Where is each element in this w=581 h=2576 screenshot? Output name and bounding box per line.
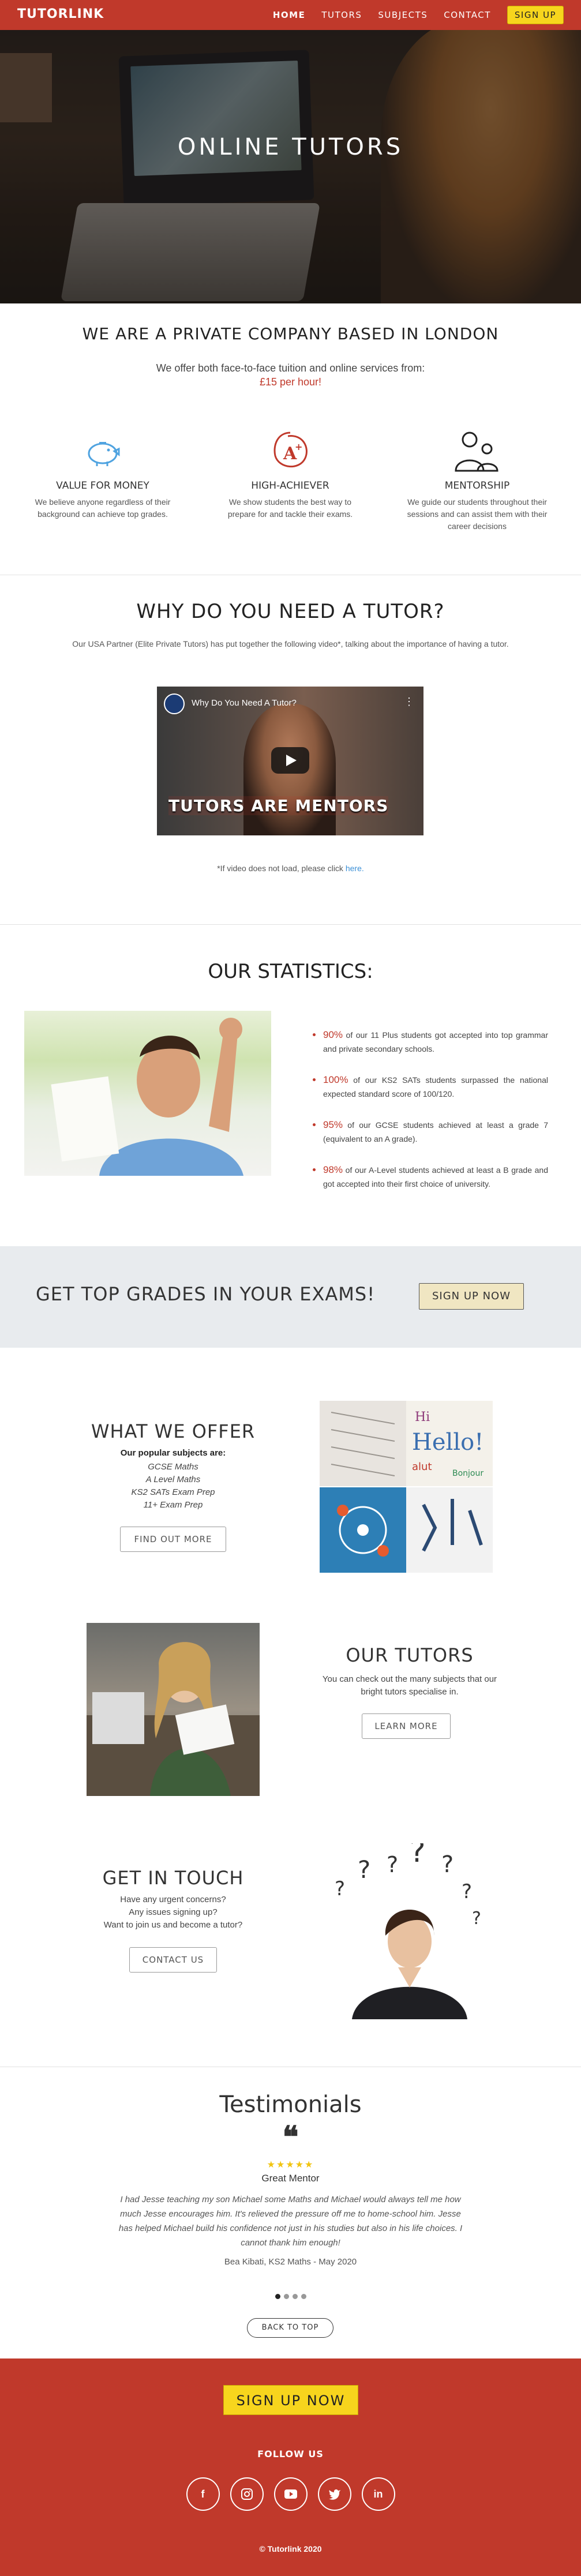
video-banner-text: TUTORS ARE MENTORS: [168, 796, 389, 815]
feature-value: VALUE FOR MONEY We believe anyone regard…: [28, 428, 178, 520]
subjects-collage-image: Hi Hello! alut Bonjour: [320, 1401, 493, 1573]
carousel-dot[interactable]: [283, 2294, 289, 2299]
carousel-dot[interactable]: [275, 2294, 280, 2299]
intro-title: WE ARE A PRIVATE COMPANY BASED IN LONDON: [82, 324, 499, 343]
stats-list: 90% of our 11 Plus students got accepted…: [312, 1028, 548, 1208]
copyright-text: © Tutorlink 2020: [259, 2544, 322, 2553]
tutor-at-desk-image: [87, 1623, 260, 1796]
intro-price: £15 per hour!: [259, 376, 322, 388]
stat-item: 95% of our GCSE students achieved at lea…: [312, 1118, 548, 1146]
top-navbar: TUTORLINK HOME TUTORS SUBJECTS CONTACT S…: [0, 0, 581, 30]
feature-title: MENTORSHIP: [444, 480, 510, 492]
facebook-icon[interactable]: f: [186, 2477, 220, 2511]
back-to-top-button[interactable]: BACK TO TOP: [247, 2318, 333, 2338]
svg-text:?: ?: [335, 1877, 345, 1900]
hero-title: ONLINE TUTORS: [177, 134, 404, 160]
mentorship-icon: [455, 432, 498, 472]
svg-text:Hi: Hi: [415, 1410, 430, 1424]
testimonial-author: Bea Kibati, KS2 Maths - May 2020: [224, 2257, 357, 2267]
video-fallback-link[interactable]: here.: [346, 864, 364, 873]
tutors-title: OUR TUTORS: [346, 1644, 474, 1666]
rating-stars: ★★★★★: [267, 2160, 314, 2170]
svg-text:+: +: [295, 441, 302, 452]
testimonial-heading: Great Mentor: [261, 2173, 320, 2184]
video-title[interactable]: Why Do You Need A Tutor?: [192, 698, 297, 708]
touch-title: GET IN TOUCH: [102, 1867, 244, 1889]
svg-text:?: ?: [358, 1855, 370, 1884]
svg-text:alut: alut: [412, 1461, 432, 1473]
more-vert-icon[interactable]: ⋮: [404, 696, 414, 708]
follow-us-label: FOLLOW US: [257, 2448, 324, 2459]
offer-title: WHAT WE OFFER: [91, 1420, 256, 1442]
nav-item-subjects[interactable]: SUBJECTS: [378, 10, 428, 20]
hero-banner: ONLINE TUTORS: [0, 30, 581, 303]
why-text: Our USA Partner (Elite Private Tutors) h…: [72, 639, 509, 648]
cta-signup-button[interactable]: SIGN UP NOW: [419, 1283, 524, 1310]
instagram-icon[interactable]: [230, 2477, 264, 2511]
svg-text:Bonjour: Bonjour: [452, 1469, 483, 1478]
svg-text:Hello!: Hello!: [412, 1429, 483, 1456]
stat-item: 90% of our 11 Plus students got accepted…: [312, 1028, 548, 1056]
contact-us-button[interactable]: CONTACT US: [129, 1947, 217, 1973]
feature-high-achiever: A + HIGH-ACHIEVER We show students the b…: [215, 428, 365, 520]
tutors-text: You can check out the many subjects that…: [322, 1674, 497, 1697]
social-links: f in: [0, 2477, 581, 2511]
svg-text:?: ?: [410, 1843, 426, 1869]
twitter-icon[interactable]: [317, 2477, 351, 2511]
why-title: WHY DO YOU NEED A TUTOR?: [136, 600, 445, 623]
find-out-more-button[interactable]: FIND OUT MORE: [120, 1527, 226, 1552]
feature-title: VALUE FOR MONEY: [56, 480, 149, 492]
channel-avatar[interactable]: [164, 693, 185, 714]
nav-item-contact[interactable]: CONTACT: [444, 10, 491, 20]
svg-text:?: ?: [462, 1880, 472, 1903]
stat-item: 100% of our KS2 SATs students surpassed …: [312, 1073, 548, 1101]
feature-mentorship: MENTORSHIP We guide our students through…: [402, 428, 552, 533]
nav-signup-button[interactable]: SIGN UP: [507, 6, 564, 24]
svg-text:?: ?: [441, 1851, 453, 1878]
carousel-dot[interactable]: [292, 2294, 298, 2299]
svg-text:?: ?: [472, 1908, 481, 1929]
offer-subjects: GCSE Maths A Level Maths KS2 SATs Exam P…: [131, 1462, 215, 1510]
cta-text: GET TOP GRADES IN YOUR EXAMS!: [36, 1283, 376, 1305]
thinking-woman-image: ? ? ? ? ? ? ?: [323, 1843, 496, 2019]
quote-icon: ❝: [282, 2120, 299, 2155]
carousel-dot[interactable]: [301, 2294, 306, 2299]
carousel-dots: [0, 2292, 581, 2302]
feature-text: We guide our students throughout their s…: [407, 497, 548, 531]
celebrating-student-image: [24, 1011, 271, 1176]
nav-item-tutors[interactable]: TUTORS: [321, 10, 362, 20]
svg-text:?: ?: [387, 1852, 398, 1877]
stat-item: 98% of our A-Level students achieved at …: [312, 1163, 548, 1191]
touch-lines: Have any urgent concerns? Any issues sig…: [103, 1895, 243, 1930]
testimonial-body: I had Jesse teaching my son Michael some…: [118, 2195, 463, 2248]
feature-title: HIGH-ACHIEVER: [251, 480, 329, 492]
intro-text: We offer both face-to-face tuition and o…: [156, 362, 425, 374]
piggy-bank-icon: [88, 442, 120, 466]
play-icon[interactable]: [271, 747, 309, 774]
learn-more-button[interactable]: LEARN MORE: [362, 1713, 451, 1739]
site-logo[interactable]: TUTORLINK: [17, 7, 104, 21]
footer-signup-button[interactable]: SIGN UP NOW: [223, 2385, 358, 2415]
stats-title: OUR STATISTICS:: [208, 960, 373, 983]
feature-text: We show students the best way to prepare…: [227, 497, 353, 519]
video-player[interactable]: Why Do You Need A Tutor? ⋮ TUTORS ARE ME…: [157, 687, 423, 835]
a-plus-grade-icon: A +: [273, 432, 308, 467]
nav-menu: HOME TUTORS SUBJECTS CONTACT SIGN UP: [273, 6, 564, 24]
feature-text: We believe anyone regardless of their ba…: [35, 497, 171, 519]
nav-item-home[interactable]: HOME: [273, 10, 305, 20]
video-note: *If video does not load, please click he…: [217, 864, 364, 873]
testimonials-title: Testimonials: [219, 2091, 362, 2118]
youtube-icon[interactable]: [273, 2477, 308, 2511]
linkedin-icon[interactable]: in: [361, 2477, 395, 2511]
offer-subtitle: Our popular subjects are:: [120, 1448, 226, 1458]
